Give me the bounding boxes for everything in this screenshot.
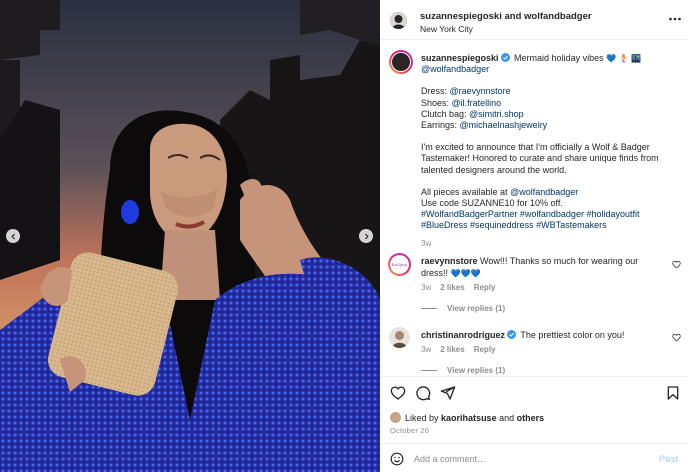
comment-username[interactable]: raevynnstore: [421, 256, 478, 266]
post-actions: Liked by kaorihatsuse and others October…: [380, 376, 688, 472]
announcement-text: I'm excited to announce that I'm officia…: [421, 142, 659, 175]
chevron-right-icon: [364, 233, 369, 239]
liked-by-prefix: Liked by: [405, 412, 439, 423]
location-link[interactable]: New York City: [420, 24, 473, 34]
comment-like-heart-icon[interactable]: [672, 260, 681, 269]
comment-time: 3w: [421, 345, 432, 354]
comment-meta: 3w 2 likes Reply: [421, 283, 505, 292]
comment-likes[interactable]: 2 likes: [440, 345, 464, 354]
header-connector: and: [501, 11, 525, 22]
avatar-logo-text: RaVynn: [391, 262, 408, 267]
view-replies-button[interactable]: View replies (1): [421, 366, 505, 375]
mention-simitri-shop[interactable]: @simitri.shop: [469, 109, 524, 119]
view-replies-button[interactable]: View replies (1): [421, 304, 505, 313]
smiley-icon[interactable]: [390, 452, 404, 466]
more-options-button[interactable]: [668, 12, 682, 26]
caption-title-emoji: 💙 🧜‍♀️ 🌃: [606, 54, 642, 63]
availability-block: All pieces available at @wolfandbadger U…: [421, 187, 677, 232]
mention-raevynnstore[interactable]: @raevynnstore: [450, 86, 511, 96]
comment-text: The prettiest color on you!: [520, 330, 625, 340]
credit-label: Dress:: [421, 86, 450, 97]
liked-by: Liked by kaorihatsuse and others: [390, 412, 544, 423]
liker-avatar[interactable]: [390, 412, 401, 423]
comment-icon[interactable]: [415, 385, 431, 401]
view-replies-label: View replies (1): [447, 304, 506, 313]
post-header: suzannespiegoski and wolfandbadger New Y…: [380, 0, 688, 40]
available-prefix: All pieces available at: [421, 186, 511, 197]
caption-username[interactable]: suzannespiegoski: [421, 53, 499, 63]
comment-avatar[interactable]: [389, 327, 410, 348]
comment-username[interactable]: christinanrodriguez: [421, 330, 505, 340]
comment-meta: 3w 2 likes Reply: [421, 345, 505, 354]
header-user-2[interactable]: wolfandbadger: [524, 11, 592, 22]
chevron-left-icon: [10, 233, 15, 239]
post-photo[interactable]: [0, 0, 380, 472]
credit-label: Clutch bag:: [421, 108, 470, 119]
divider-line: [421, 308, 437, 309]
credit-label: Earrings:: [421, 120, 460, 131]
mention-il-fratellino[interactable]: @il.fratellino: [452, 98, 502, 108]
mention-michaelnashjewelry[interactable]: @michaelnashjewelry: [460, 120, 548, 130]
reply-button[interactable]: Reply: [474, 345, 496, 354]
comments-scroll-area[interactable]: suzannespiegoski Mermaid holiday vibes 💙…: [380, 41, 688, 375]
verified-badge-icon: [507, 330, 517, 339]
view-replies-label: View replies (1): [447, 366, 506, 375]
comment-input[interactable]: [414, 451, 644, 467]
likes-others-link[interactable]: others: [517, 413, 545, 423]
mention-wolfandbadger[interactable]: @wolfandbadger: [421, 64, 489, 74]
header-usernames: suzannespiegoski and wolfandbadger: [420, 11, 592, 22]
credits-block: Dress: @raevynnstore Shoes: @il.fratelli…: [421, 86, 677, 131]
verified-badge-icon: [500, 53, 510, 62]
header-user-1[interactable]: suzannespiegoski: [420, 11, 502, 22]
next-photo-button[interactable]: [359, 229, 373, 243]
caption-body: suzannespiegoski Mermaid holiday vibes 💙…: [421, 53, 677, 249]
reply-button[interactable]: Reply: [474, 283, 496, 292]
divider-line: [421, 370, 437, 371]
mention-wolfandbadger-2[interactable]: @wolfandbadger: [510, 187, 578, 197]
liked-and: and: [499, 412, 515, 423]
comment-body: raevynnstore Wow!!! Thanks so much for w…: [421, 255, 661, 280]
caption-timestamp: 3w: [421, 238, 432, 248]
previous-photo-button[interactable]: [6, 229, 20, 243]
caption-title: Mermaid holiday vibes: [514, 53, 604, 63]
photo-image: [0, 0, 380, 472]
bookmark-icon[interactable]: [665, 385, 681, 401]
promo-code-text: Use code SUZANNE10 for 10% off.: [421, 198, 563, 209]
post-comment-button[interactable]: Post: [659, 454, 679, 464]
comment-time: 3w: [421, 283, 432, 292]
more-horizontal-icon: [669, 17, 681, 21]
comment-emoji: 💙💙💙: [450, 269, 481, 278]
heart-icon[interactable]: [390, 385, 406, 401]
liker-username[interactable]: kaorihatsuse: [441, 413, 497, 423]
comment-likes[interactable]: 2 likes: [440, 283, 464, 292]
hashtags-line-2[interactable]: #BlueDress #sequineddress #WBTastemakers: [421, 220, 677, 231]
caption-avatar[interactable]: [389, 50, 413, 74]
comment-avatar[interactable]: RaVynn: [388, 253, 411, 276]
hashtags-line-1[interactable]: #WolfandBadgerPartner #wolfandbadger #ho…: [421, 209, 677, 220]
paper-plane-icon[interactable]: [440, 385, 456, 401]
post-side-panel: suzannespiegoski and wolfandbadger New Y…: [380, 0, 688, 472]
avatar[interactable]: [390, 12, 407, 29]
comment-body: christinanrodriguez The prettiest color …: [421, 329, 661, 341]
comment-composer: Post: [380, 443, 688, 472]
post-date[interactable]: October 26: [390, 426, 429, 435]
comment-like-heart-icon[interactable]: [672, 333, 681, 342]
credit-label: Shoes:: [421, 97, 452, 108]
